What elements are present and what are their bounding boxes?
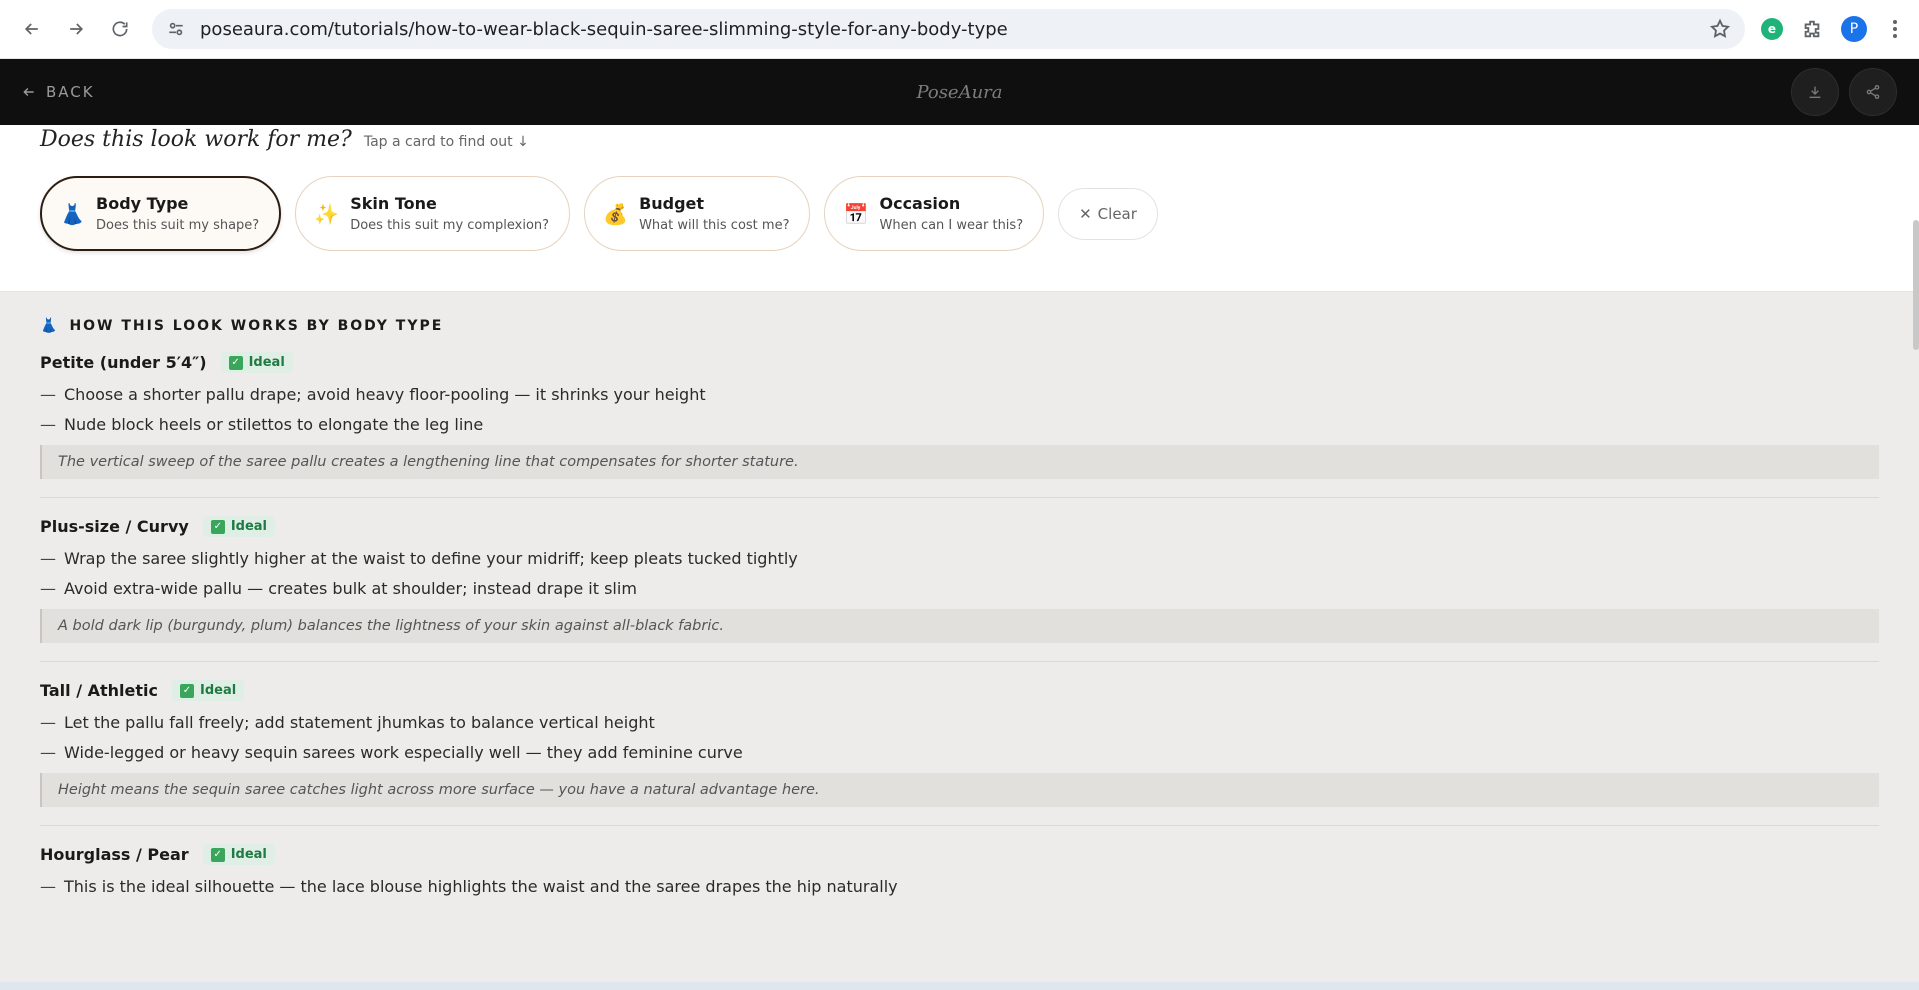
tip-text: Avoid extra-wide pallu — creates bulk at… (64, 579, 637, 598)
brand-logo[interactable]: PoseAura (916, 82, 1002, 103)
ideal-badge: ✓ Ideal (202, 844, 275, 865)
body-type-name: Tall / Athletic (40, 681, 158, 700)
section-heading: 👗 HOW THIS LOOK WORKS BY BODY TYPE (40, 318, 1879, 334)
share-icon (1866, 85, 1880, 99)
card-title: Budget (639, 194, 705, 213)
back-arrow-icon[interactable] (14, 11, 50, 47)
check-icon: ✓ (210, 519, 225, 534)
ideal-badge: ✓ Ideal (202, 516, 276, 537)
card-subtitle: Does this suit my shape? (96, 218, 260, 233)
site-settings-icon[interactable] (166, 19, 186, 39)
tip-text: Nude block heels or stilettos to elongat… (64, 415, 484, 434)
dress-icon: 👗 (60, 201, 85, 226)
body-type-item: Hourglass / Pear ✓ Ideal — This is the ide… (40, 844, 1879, 925)
style-note: The vertical sweep of the saree pallu cr… (40, 445, 1879, 479)
address-bar[interactable]: poseaura.com/tutorials/how-to-wear-black… (152, 9, 1745, 49)
card-subtitle: Does this suit my complexion? (350, 218, 550, 233)
tip-text: Let the pallu fall freely; add statement… (64, 713, 655, 732)
card-title: Skin Tone (350, 194, 437, 213)
back-label: BACK (46, 83, 95, 101)
tip-text: Wrap the saree slightly higher at the wa… (64, 549, 798, 568)
tip-item: — Choose a shorter pallu drape; avoid hea… (40, 385, 706, 404)
filter-hint: Tap a card to find out ↓ (363, 134, 529, 150)
style-note: A bold dark lip (burgundy, plum) balance… (40, 609, 1879, 643)
body-type-item: Plus-size / Curvy ✓ Ideal — Wrap the saree… (40, 516, 1879, 662)
body-type-panel: 👗 HOW THIS LOOK WORKS BY BODY TYPE Petit… (0, 291, 1919, 990)
dress-icon: 👗 (40, 318, 60, 334)
download-icon (1809, 86, 1821, 98)
tip-item: — Nude block heels or stilettos to elonga… (40, 415, 484, 434)
tip-text: Choose a shorter pallu drape; avoid heav… (64, 385, 706, 404)
tip-item: — This is the ideal silhouette — the lace… (40, 877, 898, 896)
clear-button[interactable]: ✕ Clear (1058, 187, 1158, 240)
extensions-puzzle-icon[interactable] (1801, 18, 1823, 40)
bookmark-star-icon[interactable] (1709, 18, 1731, 40)
ideal-badge: ✓ Ideal (220, 352, 293, 373)
check-icon: ✓ (210, 847, 225, 862)
badge-label: Ideal (248, 355, 285, 370)
arrow-left-icon (23, 87, 34, 97)
tip-item: — Wrap the saree slightly higher at the w… (40, 549, 798, 568)
browser-toolbar: poseaura.com/tutorials/how-to-wear-black… (0, 0, 1919, 59)
browser-menu-icon[interactable] (1885, 18, 1905, 40)
forward-arrow-icon[interactable] (58, 11, 94, 47)
card-title: Occasion (879, 194, 961, 213)
card-budget[interactable]: 💰 Budget What will this cost me? (584, 176, 811, 251)
filter-question: Does this look work for me? (40, 127, 352, 152)
body-type-name: Petite (under 5′4″) (40, 353, 207, 372)
extension-icon[interactable]: e (1761, 18, 1783, 40)
style-note: Height means the sequin saree catches li… (40, 773, 1879, 807)
section-heading-text: HOW THIS LOOK WORKS BY BODY TYPE (69, 318, 444, 334)
tip-item: — Let the pallu fall freely; add statemen… (40, 713, 655, 732)
url-text[interactable]: poseaura.com/tutorials/how-to-wear-black… (200, 19, 1709, 40)
card-body-type[interactable]: 👗 Body Type Does this suit my shape? (40, 176, 282, 251)
card-skin-tone[interactable]: ✨ Skin Tone Does this suit my complexion… (295, 176, 571, 251)
close-icon: ✕ (1079, 204, 1092, 223)
os-taskbar (0, 982, 1919, 990)
body-type-name: Hourglass / Pear (40, 845, 189, 864)
reload-icon[interactable] (102, 11, 138, 47)
filter-section: Does this look work for me? Tap a card t… (0, 125, 1919, 291)
body-type-item: Petite (under 5′4″) ✓ Ideal — Choose a sho… (40, 352, 1879, 498)
card-subtitle: When can I wear this? (879, 218, 1024, 233)
back-button[interactable]: BACK (22, 83, 95, 101)
body-type-name: Plus-size / Curvy (40, 517, 189, 536)
profile-avatar[interactable]: P (1841, 16, 1867, 42)
body-type-item: Tall / Athletic ✓ Ideal — Let the pallu fa… (40, 680, 1879, 826)
tip-text: This is the ideal silhouette — the lace … (64, 877, 898, 896)
card-title: Body Type (96, 194, 189, 213)
calendar-icon: 📅 (843, 201, 869, 226)
share-button[interactable] (1849, 68, 1897, 116)
badge-label: Ideal (230, 847, 267, 862)
tip-text: Wide-legged or heavy sequin sarees work … (64, 743, 743, 762)
sparkles-icon: ✨ (314, 201, 340, 226)
download-button[interactable] (1791, 68, 1839, 116)
page-scrollbar[interactable] (1913, 220, 1919, 350)
card-occasion[interactable]: 📅 Occasion When can I wear this? (824, 176, 1045, 251)
ideal-badge: ✓ Ideal (171, 680, 245, 701)
card-subtitle: What will this cost me? (639, 218, 790, 233)
check-icon: ✓ (179, 683, 194, 698)
site-header: BACK PoseAura (0, 59, 1919, 125)
tip-item: — Avoid extra-wide pallu — creates bulk a… (40, 579, 637, 598)
clear-label: Clear (1097, 204, 1137, 223)
tip-item: — Wide-legged or heavy sequin sarees work… (40, 743, 743, 762)
money-bag-icon: 💰 (603, 201, 628, 226)
check-icon: ✓ (228, 355, 243, 370)
badge-label: Ideal (230, 519, 268, 534)
badge-label: Ideal (199, 683, 237, 698)
